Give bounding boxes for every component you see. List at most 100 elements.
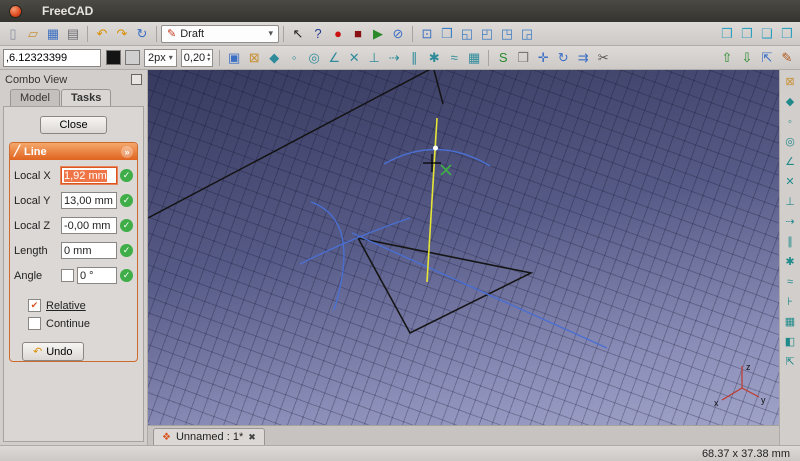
3d-viewport[interactable]: z x y [148, 70, 779, 425]
field-input[interactable]: 0 mm [61, 242, 117, 259]
tab-close-icon[interactable]: ✖ [248, 432, 256, 443]
arrow-select-icon[interactable]: ↖ [288, 24, 308, 44]
snap-center-icon[interactable]: ◎ [304, 48, 324, 68]
dock-snap-ortho-icon[interactable]: ⊦ [781, 293, 799, 311]
undo-icon[interactable]: ↶ [92, 24, 112, 44]
sketch-triangle [358, 238, 531, 333]
dock-snap-perpendicular-icon[interactable]: ⊥ [781, 193, 799, 211]
icon-glyph: ▯ [9, 27, 16, 40]
axonometric-view-icon[interactable]: ❒ [437, 24, 457, 44]
document-tab[interactable]: ❖ Unnamed : 1* ✖ [153, 428, 265, 445]
scale-spinbox[interactable]: 0,20 [181, 49, 213, 67]
field-input[interactable]: 1,92 mm [61, 167, 117, 184]
workbench-selector[interactable]: ✎ Draft [161, 25, 279, 43]
open-document-icon[interactable]: ▱ [23, 24, 43, 44]
field-input[interactable]: 13,00 mm [61, 192, 117, 209]
redo-icon[interactable]: ↷ [112, 24, 132, 44]
macro-execute-icon[interactable]: ▶ [368, 24, 388, 44]
move-icon[interactable]: ✛ [533, 48, 553, 68]
draft-workbench-icon: ✎ [167, 27, 176, 40]
line-task-header[interactable]: ╱ Line » [10, 143, 137, 160]
snap-parallel-icon[interactable]: ∥ [404, 48, 424, 68]
save-icon[interactable]: ▦ [43, 24, 63, 44]
dock-snap-dimensions-icon[interactable]: ⇱ [781, 353, 799, 371]
scale-icon[interactable]: ⇱ [757, 48, 777, 68]
line-color-swatch[interactable] [106, 50, 121, 65]
snap-intersection-icon[interactable]: ✕ [344, 48, 364, 68]
snap-endpoint-icon[interactable]: ◆ [264, 48, 284, 68]
tab-tasks[interactable]: Tasks [61, 89, 111, 106]
field-input[interactable]: -0,00 mm [61, 217, 117, 234]
shapestring-icon[interactable]: S [493, 48, 513, 68]
macro-stop-icon[interactable]: ■ [348, 24, 368, 44]
snap-special-icon[interactable]: ✱ [424, 48, 444, 68]
print-icon[interactable]: ▤ [63, 24, 83, 44]
angle-checkbox[interactable] [61, 269, 74, 282]
refresh-icon[interactable]: ↻ [132, 24, 152, 44]
dock-snap-extension-icon[interactable]: ⇢ [781, 213, 799, 231]
edit-icon[interactable]: ✎ [777, 48, 797, 68]
home-view-cube-icon[interactable]: ❒ [777, 24, 797, 44]
downgrade-icon[interactable]: ⇩ [737, 48, 757, 68]
window-close-button[interactable] [9, 5, 22, 18]
axis-label-y: y [761, 395, 766, 405]
zoom-disabled-icon[interactable]: ⊘ [388, 24, 408, 44]
undo-button[interactable]: ↶ Undo [22, 342, 84, 361]
dock-snap-intersection-icon[interactable]: ✕ [781, 173, 799, 191]
macro-record-icon[interactable]: ● [328, 24, 348, 44]
dock-snap-near-icon[interactable]: ≈ [781, 273, 799, 291]
whats-this-icon[interactable]: ? [308, 24, 328, 44]
dock-snap-midpoint-icon[interactable]: ◦ [781, 113, 799, 131]
relative-checkbox[interactable]: ✔ Relative [28, 299, 133, 312]
coordinate-input[interactable] [3, 49, 101, 67]
continue-checkbox[interactable]: Continue [28, 317, 133, 330]
rotate-icon[interactable]: ↻ [553, 48, 573, 68]
fit-all-icon[interactable]: ⊡ [417, 24, 437, 44]
icon-glyph: ◦ [788, 117, 792, 128]
front-view-icon[interactable]: ◱ [457, 24, 477, 44]
snap-perpendicular-icon[interactable]: ⊥ [364, 48, 384, 68]
tab-model[interactable]: Model [10, 89, 60, 106]
dimetric-cube-icon[interactable]: ❐ [737, 24, 757, 44]
trimetric-cube-icon[interactable]: ❑ [757, 24, 777, 44]
icon-glyph: ❐ [741, 27, 753, 40]
right-view-icon[interactable]: ◳ [497, 24, 517, 44]
icon-glyph: ∥ [411, 51, 418, 64]
dock-snap-parallel-icon[interactable]: ∥ [781, 233, 799, 251]
apply-style-icon[interactable]: ▣ [224, 48, 244, 68]
face-color-swatch[interactable] [125, 50, 140, 65]
icon-glyph: ⊠ [785, 77, 794, 88]
dock-snap-angle-icon[interactable]: ∠ [781, 153, 799, 171]
dock-snap-special-icon[interactable]: ✱ [781, 253, 799, 271]
trimex-icon[interactable]: ✂ [593, 48, 613, 68]
spinner-arrows-icon[interactable] [207, 53, 210, 63]
panel-float-icon[interactable] [131, 74, 142, 85]
icon-glyph: ⇢ [389, 51, 400, 64]
snap-extension-icon[interactable]: ⇢ [384, 48, 404, 68]
top-view-icon[interactable]: ◰ [477, 24, 497, 44]
rear-view-icon[interactable]: ◲ [517, 24, 537, 44]
upgrade-icon[interactable]: ⇧ [717, 48, 737, 68]
offset-icon[interactable]: ⇉ [573, 48, 593, 68]
close-task-button[interactable]: Close [40, 116, 106, 134]
dock-snap-grid-icon[interactable]: ▦ [781, 313, 799, 331]
dock-snap-endpoint-icon[interactable]: ◆ [781, 93, 799, 111]
combo-view-title: Combo View [5, 74, 67, 86]
line-width-select[interactable]: 2px [144, 49, 177, 67]
dock-snap-lock-icon[interactable]: ⊠ [781, 73, 799, 91]
dock-snap-center-icon[interactable]: ◎ [781, 133, 799, 151]
new-document-icon[interactable]: ▯ [3, 24, 23, 44]
snap-lock-icon[interactable]: ⊠ [244, 48, 264, 68]
snap-angle-icon[interactable]: ∠ [324, 48, 344, 68]
field-input[interactable]: 0 ° [77, 267, 117, 284]
facebinder-icon[interactable]: ❒ [513, 48, 533, 68]
isometric-cube-icon[interactable]: ❒ [717, 24, 737, 44]
snap-near-icon[interactable]: ≈ [444, 48, 464, 68]
collapse-toggle-icon[interactable]: » [121, 146, 133, 158]
draft-command-toolbar: 2px 0,20 ▣ ⊠ ◆ ◦ ◎ ∠ ✕ ⊥ [0, 46, 800, 70]
snap-grid-icon[interactable]: ▦ [464, 48, 484, 68]
snap-midpoint-icon[interactable]: ◦ [284, 48, 304, 68]
icon-glyph: ❑ [761, 27, 773, 40]
field-label: Local Y [14, 195, 58, 207]
dock-snap-workingplane-icon[interactable]: ◧ [781, 333, 799, 351]
